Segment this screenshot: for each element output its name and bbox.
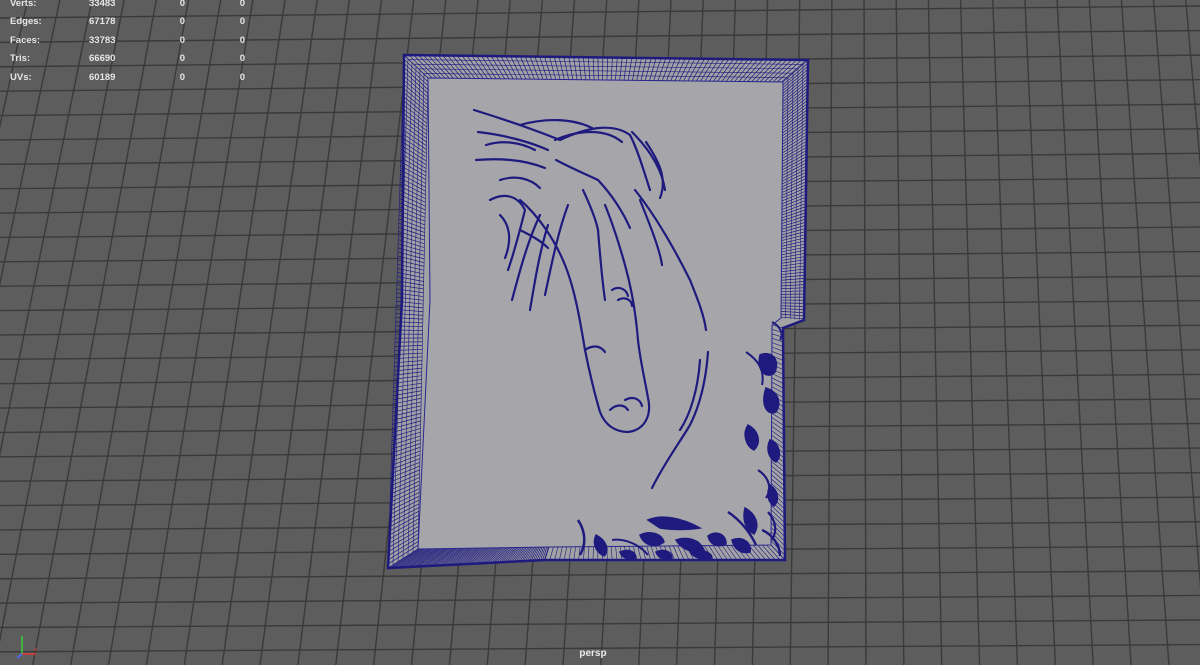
relief-panel-mesh[interactable]	[386, 53, 810, 570]
hud-label: Faces:	[10, 34, 41, 46]
hud-selected-uv-count: 0	[239, 16, 245, 28]
scene-canvas[interactable]	[0, 0, 1200, 665]
hud-label: Tris:	[10, 53, 31, 65]
hud-total-count: 67178	[89, 16, 116, 28]
hud-total-count: 66690	[89, 53, 116, 65]
view-axis-icon: x	[16, 636, 37, 659]
hud-selected-uv-count: 0	[239, 71, 245, 83]
hud-selected-count: 0	[179, 34, 185, 46]
hud-label: UVs:	[10, 71, 32, 83]
perspective-viewport[interactable]: Verts: 33483 0 0 Edges: 67178 0 0 Faces: 33783 0 0 T…	[0, 0, 1200, 665]
hud-selected-count: 0	[179, 71, 185, 83]
hud-selected-count: 0	[179, 16, 185, 28]
svg-text:x: x	[34, 647, 37, 653]
hud-label: Edges:	[10, 16, 42, 28]
hud-total-count: 33783	[89, 34, 116, 46]
hud-selected-uv-count: 0	[239, 34, 245, 46]
hud-selected-count: 0	[179, 53, 185, 65]
hud-label: Verts:	[10, 0, 37, 9]
hud-selected-count: 0	[179, 0, 185, 9]
camera-name-label: persp	[579, 648, 607, 659]
inner-face	[417, 77, 784, 550]
hud-total-count: 60189	[89, 71, 116, 83]
hud-selected-uv-count: 0	[239, 53, 245, 65]
hud-selected-uv-count: 0	[239, 0, 245, 9]
hud-total-count: 33483	[89, 0, 116, 9]
